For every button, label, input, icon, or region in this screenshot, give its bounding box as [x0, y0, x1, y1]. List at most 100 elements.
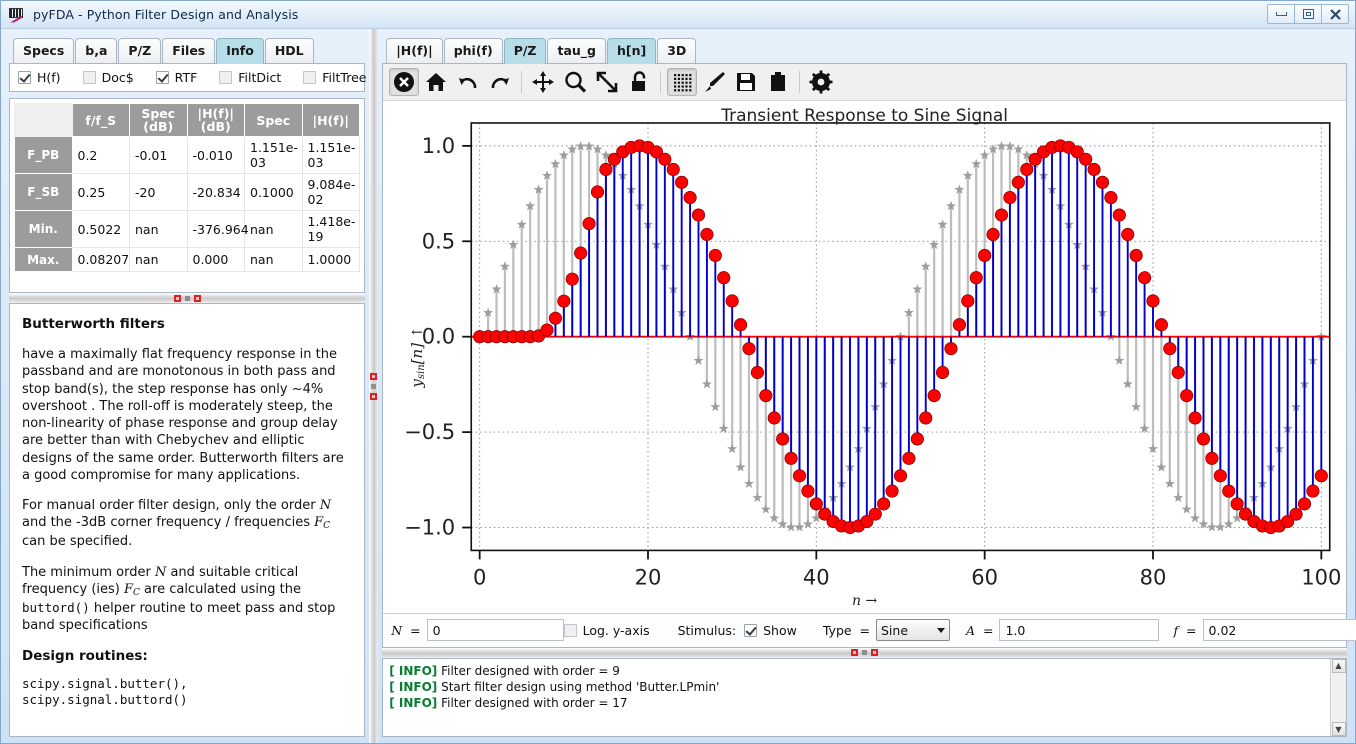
table-cell[interactable]: 0.000	[186, 247, 245, 272]
plot-tab-p-z[interactable]: P/Z	[503, 37, 547, 64]
home-icon[interactable]	[421, 68, 451, 96]
paintbrush-icon[interactable]	[699, 68, 729, 96]
tab-specs[interactable]: Specs	[13, 38, 75, 63]
table-cell[interactable]: -376.964	[186, 210, 249, 248]
amplitude-input[interactable]	[999, 619, 1160, 642]
left-splitter-handle[interactable]	[9, 293, 365, 303]
checkbox-box	[219, 71, 233, 84]
response-marker	[1213, 469, 1228, 483]
log-yaxis-checkbox-box	[563, 623, 577, 637]
plot-tab-phi-f[interactable]: phi(f)	[443, 37, 503, 63]
tab-b-a[interactable]: b,a	[75, 38, 118, 63]
checkbox-h-f[interactable]: H(f)	[18, 70, 61, 85]
close-button[interactable]	[1321, 4, 1349, 24]
col-hf: |H(f)|	[301, 103, 360, 137]
right-splitter-handle[interactable]	[382, 647, 1347, 658]
response-marker	[1112, 208, 1127, 223]
table-cell[interactable]: 1.418e-19	[301, 210, 360, 248]
clipboard-icon[interactable]	[763, 68, 793, 96]
stimulus-show-checkbox[interactable]: Show	[744, 623, 797, 638]
scroll-up-icon[interactable]: ▲	[1331, 658, 1346, 673]
table-cell[interactable]: 1.151e-03	[301, 136, 360, 174]
table-filler-cell	[244, 271, 303, 288]
grid-icon[interactable]	[667, 68, 698, 97]
chart-plot-svg: 0 20 40 60 80 100−1.0−0.50.00.51.0	[404, 122, 1342, 590]
table-cell[interactable]: 0.5022	[71, 210, 130, 248]
full-extent-arrows-icon[interactable]	[592, 68, 622, 96]
checkbox-label: Doc$	[101, 70, 134, 85]
tab-p-z[interactable]: P/Z	[118, 38, 162, 63]
tab-info[interactable]: Info	[216, 38, 264, 64]
order-input[interactable]	[426, 619, 564, 642]
stimulus-marker	[719, 423, 729, 434]
frequency-input[interactable]	[1202, 619, 1356, 642]
col-spec: Spec	[244, 103, 303, 137]
response-marker	[969, 271, 984, 285]
tab-files[interactable]: Files	[162, 38, 216, 63]
checkbox-box	[18, 71, 31, 84]
p2-fc-symbol: F	[314, 515, 324, 531]
table-cell[interactable]: 1.151e-03	[244, 136, 303, 174]
log-scrollbar[interactable]: ▲ ▼	[1330, 658, 1346, 736]
table-cell[interactable]: 0.25	[71, 173, 130, 211]
right-panel: |H(f)| phi(f) P/Z tau_g h[n] 3D Transient Res…	[378, 29, 1356, 743]
unlock-padlock-icon[interactable]	[624, 68, 654, 96]
gear-settings-icon[interactable]	[806, 68, 836, 96]
checkbox-doc[interactable]: Doc$	[82, 70, 134, 85]
log-level: [ INFO]	[389, 663, 438, 678]
response-marker	[751, 366, 765, 380]
main-splitter-handle[interactable]	[369, 29, 379, 743]
table-cell[interactable]: -20	[129, 173, 188, 211]
plot-canvas[interactable]: Transient Response to Sine Signal ysin[n…	[383, 101, 1346, 613]
save-floppy-icon[interactable]	[731, 68, 761, 96]
plot-tab-h-n[interactable]: h[n]	[607, 37, 657, 64]
splitter-square-left	[173, 294, 181, 302]
stimulus-marker	[1181, 504, 1192, 515]
cancel-icon[interactable]	[389, 68, 420, 97]
undo-arrow-icon[interactable]	[453, 68, 483, 96]
table-cell[interactable]: 1.0000	[301, 247, 360, 272]
minimize-button[interactable]	[1267, 4, 1295, 24]
response-marker	[717, 271, 731, 285]
table-cell[interactable]: -0.01	[129, 136, 188, 174]
response-marker	[675, 176, 689, 190]
table-cell[interactable]: nan	[129, 210, 188, 248]
log-yaxis-checkbox[interactable]: Log. y-axis	[563, 623, 650, 638]
table-cell[interactable]: nan	[244, 210, 303, 248]
vsplitter-square-top	[370, 372, 378, 380]
checkbox-filtdict[interactable]: FiltDict	[219, 70, 281, 85]
checkbox-filttree[interactable]: FiltTree	[303, 70, 366, 85]
table-filler-cell	[301, 271, 360, 288]
plot-tab-h-f[interactable]: |H(f)|	[386, 37, 443, 63]
table-cell[interactable]: 0.2	[71, 136, 130, 174]
scroll-down-icon[interactable]: ▼	[1331, 722, 1346, 736]
stimulus-marker	[1156, 462, 1167, 472]
redo-arrow-icon[interactable]	[485, 68, 515, 96]
plot-tab-3d[interactable]: 3D	[657, 37, 697, 63]
plot-tab-tau-g[interactable]: tau_g	[547, 37, 606, 63]
p3-a: The minimum order	[22, 564, 155, 580]
response-marker	[1314, 469, 1329, 483]
response-marker	[734, 318, 748, 332]
response-marker	[692, 208, 706, 223]
zoom-magnifier-icon[interactable]	[560, 68, 590, 96]
maximize-button[interactable]	[1294, 4, 1322, 24]
table-cell[interactable]: 0.08207	[71, 247, 130, 272]
table-cell[interactable]: nan	[244, 247, 303, 272]
tab-hdl[interactable]: HDL	[264, 38, 314, 63]
move-pan-icon[interactable]	[528, 68, 558, 96]
table-cell[interactable]: -0.010	[186, 136, 245, 174]
rsplitter-square-left	[851, 649, 859, 657]
table-cell[interactable]: 0.1000	[244, 173, 303, 211]
response-marker	[978, 249, 992, 263]
x-tick-label: 0	[473, 565, 486, 590]
p2-b: and the -3dB corner frequency / frequenc…	[22, 515, 315, 531]
log-level: [ INFO]	[389, 696, 438, 711]
response-marker	[1096, 176, 1110, 190]
order-label: N =	[391, 622, 421, 638]
table-cell[interactable]: 9.084e-02	[301, 173, 360, 211]
table-cell[interactable]: nan	[129, 247, 188, 272]
checkbox-rtf[interactable]: RTF	[155, 70, 197, 85]
table-cell[interactable]: -20.834	[186, 173, 245, 211]
stimulus-type-select[interactable]: Sine	[876, 619, 950, 642]
